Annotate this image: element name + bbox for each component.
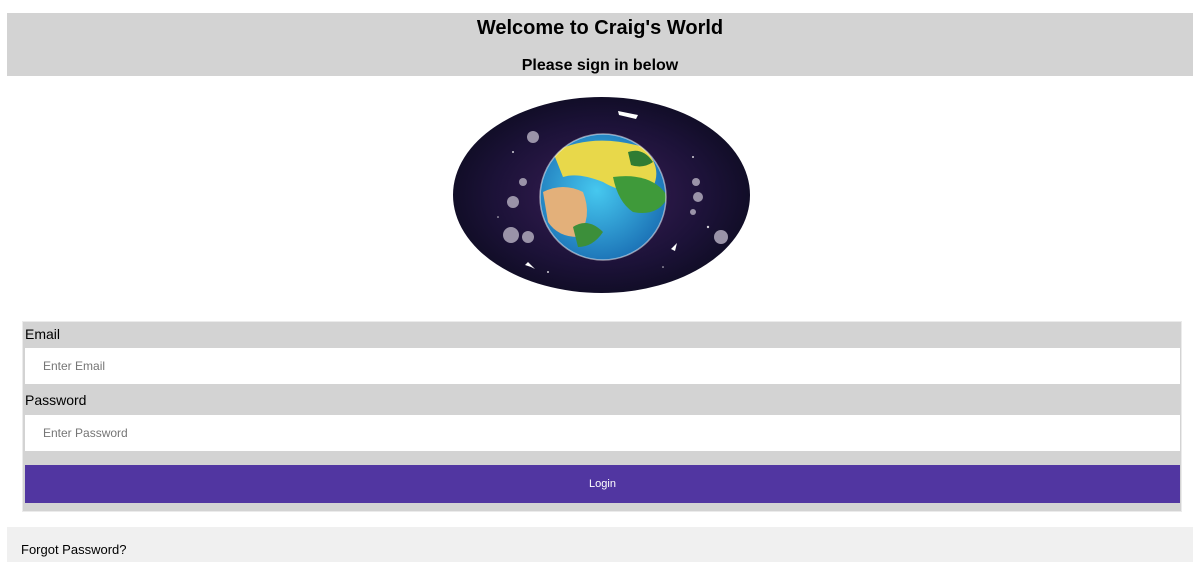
globe	[539, 133, 667, 261]
page-header: Welcome to Craig's World Please sign in …	[7, 13, 1193, 76]
page-title: Welcome to Craig's World	[476, 17, 724, 39]
planet-logo	[453, 97, 750, 293]
login-button[interactable]: Login	[25, 465, 1180, 503]
email-field[interactable]	[25, 348, 1180, 384]
page-subtitle: Please sign in below	[521, 57, 679, 74]
forgot-password-link[interactable]: Forgot Password?	[21, 542, 127, 558]
login-form: Email Password Login	[22, 321, 1182, 512]
planet-world-icon	[453, 97, 750, 293]
email-label: Email	[25, 326, 61, 342]
footer-bar: Forgot Password?	[7, 527, 1193, 562]
password-field[interactable]	[25, 415, 1180, 451]
password-label: Password	[25, 392, 87, 408]
